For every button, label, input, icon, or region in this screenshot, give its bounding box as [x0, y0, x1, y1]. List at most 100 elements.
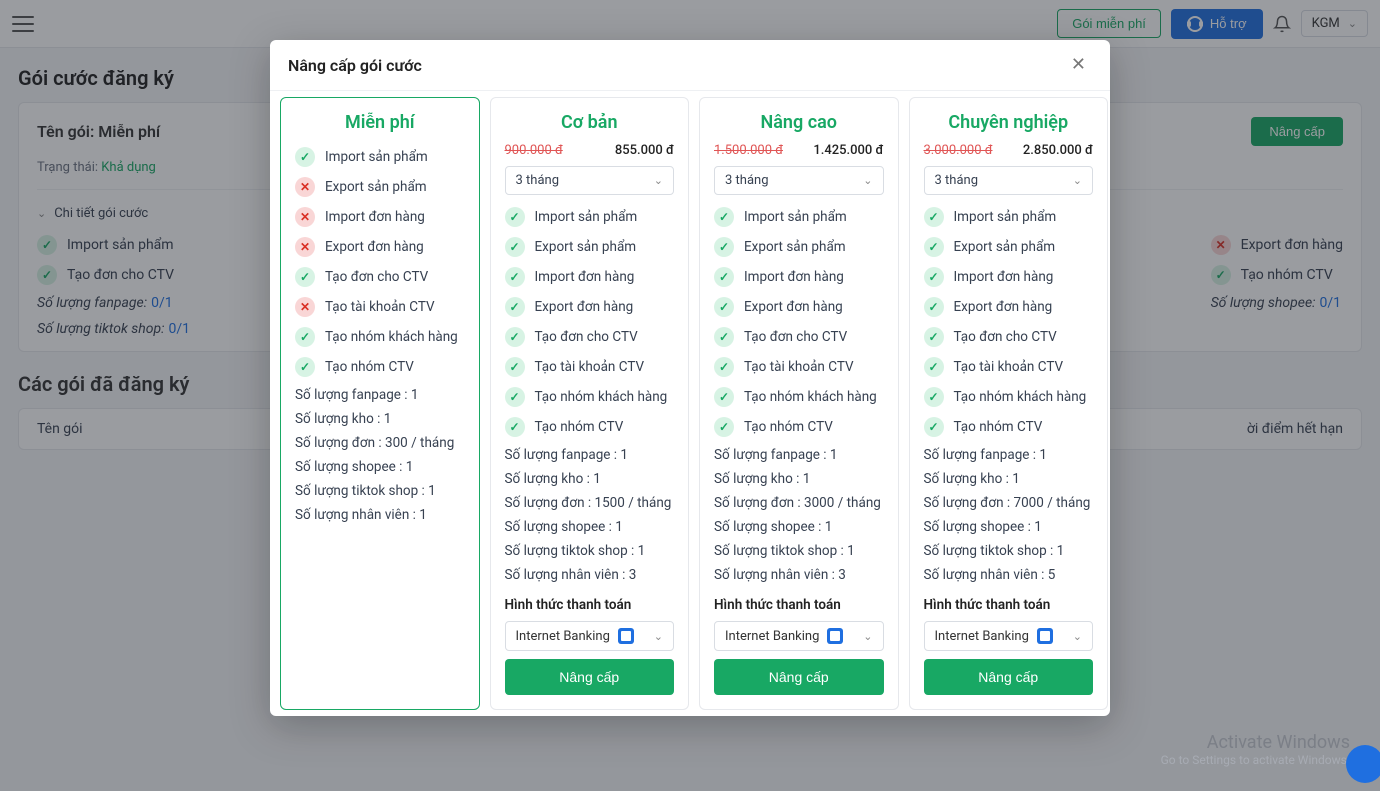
- check-icon: ✓: [924, 237, 944, 257]
- feature-item: ✓Import sản phẩm: [924, 207, 1094, 227]
- new-price: 2.850.000 đ: [1023, 143, 1093, 158]
- modal-overlay: Nâng cấp gói cước ✕ Miễn phí ✓Import sản…: [0, 0, 1380, 791]
- feature-item: ✓Import đơn hàng: [924, 267, 1094, 287]
- quota-line: Số lượng shopee : 1: [505, 519, 675, 535]
- feature-label: Tạo nhóm khách hàng: [535, 389, 668, 405]
- quota-line: Số lượng fanpage : 1: [505, 447, 675, 463]
- watermark-line1: Activate Windows: [1161, 732, 1350, 753]
- payment-title: Hình thức thanh toán: [714, 597, 884, 613]
- check-icon: ✓: [924, 207, 944, 227]
- duration-select[interactable]: 3 tháng ⌄: [505, 166, 675, 195]
- check-icon: ✓: [505, 327, 525, 347]
- feature-item: ✓Export đơn hàng: [924, 297, 1094, 317]
- feature-item: ✓ Tạo tài khoản CTV: [714, 357, 884, 377]
- modal-title: Nâng cấp gói cước: [288, 56, 422, 75]
- feature-label: Tạo nhóm CTV: [954, 419, 1043, 435]
- new-price: 855.000 đ: [615, 143, 674, 158]
- quota-line: Số lượng tiktok shop : 1: [295, 483, 465, 499]
- feature-item: ✓Tạo nhóm CTV: [505, 417, 675, 437]
- feature-label: Import đơn hàng: [954, 269, 1054, 285]
- old-price: 1.500.000 đ: [714, 143, 783, 158]
- x-icon: ✕: [295, 237, 315, 257]
- quota-line: Số lượng đơn : 7000 / tháng: [924, 495, 1094, 511]
- check-icon: ✓: [295, 327, 315, 347]
- check-icon: ✓: [505, 387, 525, 407]
- chevron-down-icon: ⌄: [863, 174, 872, 187]
- feature-label: Export đơn hàng: [744, 299, 843, 315]
- bank-icon: [618, 628, 634, 644]
- feature-item: ✕Import đơn hàng: [295, 207, 465, 227]
- bank-icon: [1037, 628, 1053, 644]
- payment-select[interactable]: Internet Banking ⌄: [505, 621, 675, 651]
- check-icon: ✓: [295, 267, 315, 287]
- feature-item: ✓ Tạo nhóm CTV: [295, 357, 465, 377]
- check-icon: ✓: [714, 417, 734, 437]
- feature-label: Tạo tài khoản CTV: [744, 359, 854, 375]
- payment-select[interactable]: Internet Banking ⌄: [924, 621, 1094, 651]
- chevron-down-icon: ⌄: [654, 174, 663, 187]
- quota-line: Số lượng đơn : 1500 / tháng: [505, 495, 675, 511]
- plan-name: Miễn phí: [295, 112, 465, 133]
- upgrade-plan-button[interactable]: Nâng cấp: [714, 659, 884, 695]
- feature-item: ✓Import đơn hàng: [505, 267, 675, 287]
- quota-line: Số lượng shopee : 1: [924, 519, 1094, 535]
- upgrade-plan-button[interactable]: Nâng cấp: [505, 659, 675, 695]
- quota-line: Số lượng fanpage : 1: [295, 387, 465, 403]
- feature-label: Import sản phẩm: [325, 149, 428, 165]
- old-price: 900.000 đ: [505, 143, 563, 158]
- watermark-line2: Go to Settings to activate Windows.: [1161, 753, 1350, 767]
- duration-select[interactable]: 3 tháng ⌄: [924, 166, 1094, 195]
- check-icon: ✓: [714, 237, 734, 257]
- quota-line: Số lượng tiktok shop : 1: [714, 543, 884, 559]
- plan-name: Cơ bản: [505, 112, 675, 133]
- feature-label: Tạo đơn cho CTV: [325, 269, 428, 285]
- help-bubble[interactable]: [1346, 745, 1380, 783]
- feature-label: Tạo tài khoản CTV: [325, 299, 435, 315]
- feature-item: ✓Tạo tài khoản CTV: [924, 357, 1094, 377]
- quota-line: Số lượng nhân viên : 3: [714, 567, 884, 583]
- quota-line: Số lượng nhân viên : 1: [295, 507, 465, 523]
- feature-item: ✓Tạo tài khoản CTV: [505, 357, 675, 377]
- quota-line: Số lượng nhân viên : 5: [924, 567, 1094, 583]
- check-icon: ✓: [924, 417, 944, 437]
- close-icon[interactable]: ✕: [1065, 54, 1092, 76]
- feature-item: ✓Import sản phẩm: [505, 207, 675, 227]
- feature-label: Tạo nhóm CTV: [535, 419, 624, 435]
- check-icon: ✓: [714, 357, 734, 377]
- feature-item: ✓Tạo nhóm khách hàng: [924, 387, 1094, 407]
- payment-value: Internet Banking: [935, 629, 1029, 644]
- feature-label: Export đơn hàng: [954, 299, 1053, 315]
- upgrade-modal: Nâng cấp gói cước ✕ Miễn phí ✓Import sản…: [270, 40, 1110, 716]
- feature-label: Tạo đơn cho CTV: [744, 329, 847, 345]
- activate-watermark: Activate Windows Go to Settings to activ…: [1161, 732, 1350, 767]
- feature-item: ✓Tạo nhóm CTV: [714, 417, 884, 437]
- feature-item: ✓Import đơn hàng: [714, 267, 884, 287]
- duration-select[interactable]: 3 tháng ⌄: [714, 166, 884, 195]
- chevron-down-icon: ⌄: [863, 630, 872, 643]
- plan-card-basic: Cơ bản 900.000 đ 855.000 đ 3 tháng ⌄ ✓Im…: [490, 97, 690, 710]
- quota-line: Số lượng fanpage : 1: [714, 447, 884, 463]
- feature-item: ✓Export sản phẩm: [714, 237, 884, 257]
- feature-item: ✕Export sản phẩm: [295, 177, 465, 197]
- check-icon: ✓: [505, 267, 525, 287]
- feature-label: Tạo nhóm khách hàng: [954, 389, 1087, 405]
- upgrade-plan-button[interactable]: Nâng cấp: [924, 659, 1094, 695]
- feature-item: ✓ Export đơn hàng: [714, 297, 884, 317]
- quota-line: Số lượng kho : 1: [924, 471, 1094, 487]
- x-icon: ✕: [295, 207, 315, 227]
- feature-label: Tạo nhóm CTV: [325, 359, 414, 375]
- payment-value: Internet Banking: [516, 629, 610, 644]
- check-icon: ✓: [505, 357, 525, 377]
- feature-label: Export đơn hàng: [535, 299, 634, 315]
- quota-line: Số lượng tiktok shop : 1: [505, 543, 675, 559]
- feature-item: ✓Tạo nhóm khách hàng: [714, 387, 884, 407]
- quota-line: Số lượng nhân viên : 3: [505, 567, 675, 583]
- plan-card-pro: Chuyên nghiệp 3.000.000 đ 2.850.000 đ 3 …: [909, 97, 1109, 710]
- feature-label: Export sản phẩm: [325, 179, 427, 195]
- feature-item: ✓ Tạo đơn cho CTV: [295, 267, 465, 287]
- check-icon: ✓: [295, 357, 315, 377]
- payment-select[interactable]: Internet Banking ⌄: [714, 621, 884, 651]
- duration-value: 3 tháng: [725, 173, 769, 188]
- check-icon: ✓: [714, 297, 734, 317]
- feature-item: ✓ Tạo nhóm khách hàng: [505, 387, 675, 407]
